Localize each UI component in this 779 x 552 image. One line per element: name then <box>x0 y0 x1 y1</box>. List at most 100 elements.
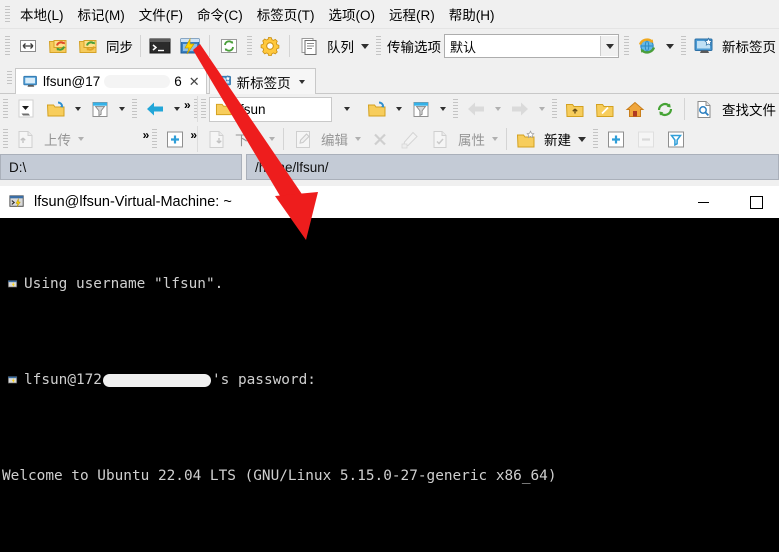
reconnect-dropdown-caret[interactable] <box>666 43 674 49</box>
drive-dropdown-icon <box>18 99 34 118</box>
terminal-title-bar[interactable]: lfsun@lfsun-Virtual-Machine: ~ <box>0 186 779 218</box>
remote-filter-toggle-button[interactable] <box>661 126 691 152</box>
local-action-overflow-chevron[interactable]: » <box>143 128 150 142</box>
remote-open-folder-button[interactable] <box>362 96 392 122</box>
remote-nav-grip-2[interactable] <box>453 99 458 119</box>
local-add-button[interactable] <box>160 126 190 152</box>
toolbar-grip-1[interactable] <box>5 36 10 56</box>
transfer-options-combo[interactable]: 默认 <box>444 34 619 58</box>
tab-close-icon[interactable]: ✕ <box>189 74 200 90</box>
resize-panes-button[interactable] <box>13 33 43 59</box>
remote-remove-button[interactable] <box>631 126 661 152</box>
local-open-folder-button[interactable] <box>41 96 71 122</box>
remote-home-button[interactable] <box>620 96 650 122</box>
main-toolbar: 同步 队列 传输选项 默认 新标签页 <box>0 28 779 63</box>
transfer-options-label: 传输选项 <box>387 40 441 55</box>
tabbar-grip[interactable] <box>7 71 12 85</box>
menu-options[interactable]: 选项(O) <box>322 1 383 27</box>
new-item-dropdown-caret[interactable] <box>578 136 586 142</box>
edit-dropdown-caret[interactable] <box>355 137 361 141</box>
local-nav-grip[interactable] <box>3 99 8 119</box>
download-button[interactable] <box>202 126 232 152</box>
remote-action-separator-1 <box>283 128 284 150</box>
delete-button[interactable] <box>365 126 395 152</box>
menu-bar-grip[interactable] <box>5 6 10 22</box>
local-path-bar[interactable]: D:\ <box>0 154 242 180</box>
find-files-button[interactable] <box>689 96 719 122</box>
new-tab-monitor-icon <box>217 75 231 87</box>
properties-button[interactable] <box>425 126 455 152</box>
refresh-both-button[interactable] <box>214 33 244 59</box>
new-tab-toolbar-button[interactable] <box>689 33 719 59</box>
local-folder-dropdown-caret[interactable] <box>75 107 81 111</box>
menu-file[interactable]: 文件(F) <box>132 1 190 27</box>
remote-nav-grip[interactable] <box>201 99 206 119</box>
toolbar-grip-4[interactable] <box>624 36 629 56</box>
remote-filter-dropdown-caret[interactable] <box>440 107 446 111</box>
local-nav-grip-2[interactable] <box>132 99 137 119</box>
transfer-queue-button[interactable] <box>294 33 324 59</box>
edit-button[interactable] <box>288 126 318 152</box>
tab-new[interactable]: 新标签页 <box>208 68 316 94</box>
remote-up-button[interactable] <box>560 96 590 122</box>
new-item-button[interactable] <box>511 126 541 152</box>
local-back-button[interactable] <box>140 96 170 122</box>
edit-label: 编辑 <box>321 133 348 148</box>
remote-folder-dropdown-caret[interactable] <box>396 107 402 111</box>
menu-remote[interactable]: 远程(R) <box>382 1 442 27</box>
download-dropdown-caret[interactable] <box>269 137 275 141</box>
chevron-down-icon <box>344 107 350 111</box>
sync-browse-button[interactable] <box>43 33 73 59</box>
local-action-grip-2[interactable] <box>152 129 158 149</box>
remote-path-combo[interactable]: lfsun <box>209 96 332 122</box>
remote-forward-dropdown-caret[interactable] <box>539 107 545 111</box>
rename-button[interactable] <box>395 126 425 152</box>
terminal-line-text: lfsun@172 <box>24 372 102 388</box>
remote-nav-grip-3[interactable] <box>552 99 557 119</box>
remote-path-dropdown-button[interactable] <box>332 96 362 122</box>
toolbar-grip-3[interactable] <box>376 36 381 56</box>
local-filter-button[interactable] <box>85 96 115 122</box>
remote-back-button[interactable] <box>461 96 491 122</box>
open-sftp-session-button[interactable] <box>175 33 205 59</box>
remote-back-dropdown-caret[interactable] <box>495 107 501 111</box>
remote-add-button[interactable] <box>601 126 631 152</box>
menu-help[interactable]: 帮助(H) <box>442 1 502 27</box>
sync-refresh-button[interactable] <box>73 33 103 59</box>
menu-mark[interactable]: 标记(M) <box>71 1 132 27</box>
local-back-dropdown-caret[interactable] <box>174 107 180 111</box>
transfer-options-dropdown-button[interactable] <box>600 36 618 56</box>
menu-tab[interactable]: 标签页(T) <box>250 1 322 27</box>
terminal-minimize-button[interactable] <box>680 186 726 218</box>
open-terminal-button[interactable] <box>145 33 175 59</box>
remote-path-bar[interactable]: /home/lfsun/ <box>246 154 779 180</box>
local-filter-dropdown-caret[interactable] <box>119 107 125 111</box>
tab-new-caret-icon[interactable] <box>298 79 305 84</box>
edit-pencil-icon <box>296 130 310 148</box>
remote-new-folder-button[interactable] <box>590 96 620 122</box>
menu-local[interactable]: 本地(L) <box>13 1 71 27</box>
upload-button[interactable] <box>11 126 41 152</box>
tab-session-lfsun[interactable]: lfsun@17 6 ✕ <box>15 68 207 94</box>
local-action-overflow-chevron-2[interactable]: » <box>190 128 197 142</box>
toolbar-grip-2[interactable] <box>247 36 252 56</box>
session-tab-bar: lfsun@17 6 ✕ 新标签页 <box>0 63 779 94</box>
local-nav-overflow-chevron[interactable]: » <box>184 98 191 112</box>
remote-action-grip[interactable] <box>593 129 598 149</box>
terminal-maximize-button[interactable] <box>733 186 779 218</box>
remote-refresh-button[interactable] <box>650 96 680 122</box>
properties-dropdown-caret[interactable] <box>492 137 498 141</box>
menu-command[interactable]: 命令(C) <box>190 1 250 27</box>
upload-dropdown-caret[interactable] <box>78 137 84 141</box>
terminal-output[interactable]: Using username "lfsun". lfsun@172 's pas… <box>0 218 779 552</box>
settings-button[interactable] <box>255 33 285 59</box>
plus-box-icon <box>167 131 184 147</box>
toolbar-grip-5[interactable] <box>681 36 686 56</box>
maximize-icon <box>749 195 763 209</box>
local-drive-select-button[interactable] <box>11 96 41 122</box>
local-action-grip[interactable] <box>3 129 8 149</box>
remote-filter-button[interactable] <box>406 96 436 122</box>
reconnect-button[interactable] <box>632 33 662 59</box>
queue-dropdown-caret[interactable] <box>361 43 369 49</box>
remote-forward-button[interactable] <box>505 96 535 122</box>
